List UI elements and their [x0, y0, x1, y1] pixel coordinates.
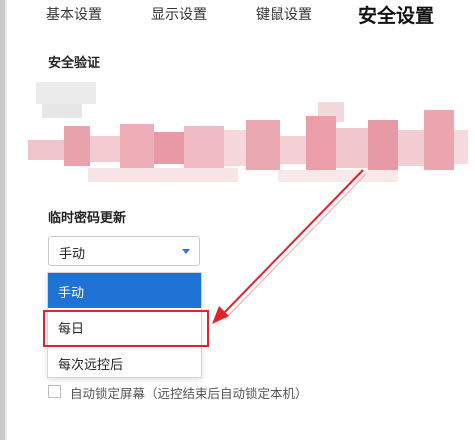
annotation-arrow-icon: [212, 169, 367, 324]
annotation-arrow: [212, 169, 367, 324]
